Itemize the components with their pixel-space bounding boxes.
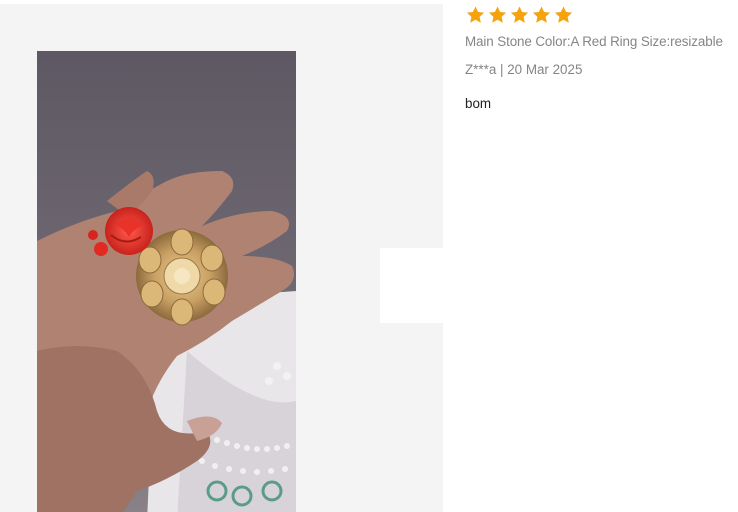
review-photo[interactable]	[37, 51, 296, 512]
review-image-gallery	[0, 4, 443, 512]
star-icon	[509, 5, 530, 25]
review-page: Main Stone Color:A Red Ring Size:resizab…	[0, 0, 738, 512]
review-date: 20 Mar 2025	[507, 62, 583, 77]
star-icon	[465, 5, 486, 25]
meta-separator: |	[500, 62, 504, 77]
review-meta: Z***a | 20 Mar 2025	[465, 62, 582, 77]
star-icon	[553, 5, 574, 25]
sku-info: Main Stone Color:A Red Ring Size:resizab…	[465, 34, 723, 49]
star-icon	[531, 5, 552, 25]
gallery-next-button[interactable]	[380, 248, 443, 323]
review-comment: bom	[465, 96, 492, 111]
reviewer-name: Z***a	[465, 62, 497, 77]
star-icon	[487, 5, 508, 25]
rating-stars	[465, 5, 574, 25]
